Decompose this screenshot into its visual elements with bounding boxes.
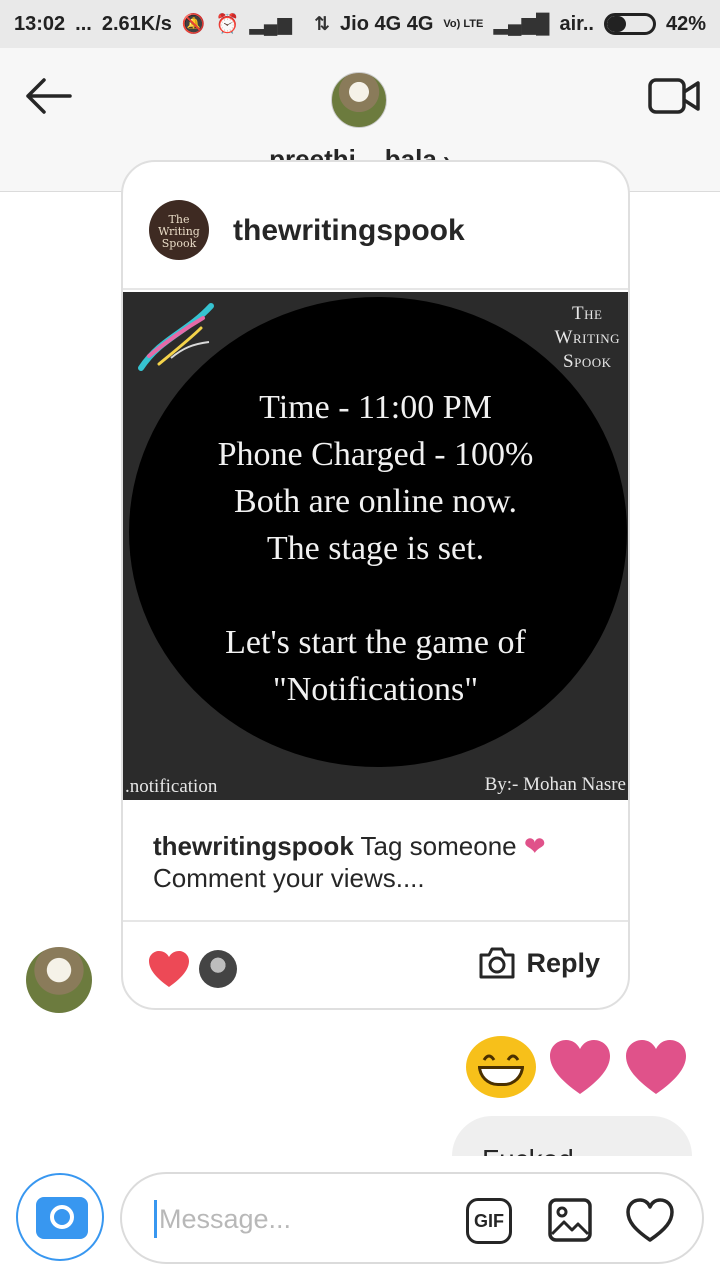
sender-avatar[interactable]: [26, 947, 92, 1013]
dm-thread-screen: 13:02 ... 2.61K/s 🔕 ⏰ ▂▄▆ ⇅ Jio 4G 4G Vo…: [0, 0, 720, 1280]
status-carrier-2: air..: [559, 12, 594, 35]
heart-filled-icon[interactable]: [147, 949, 191, 989]
volte-badge: Vo) LTE: [443, 17, 484, 30]
heart-outline-icon[interactable]: [624, 1196, 676, 1244]
pink-heart-icon: [626, 1040, 686, 1094]
status-speed: 2.61K/s: [101, 12, 172, 35]
battery-fill: [606, 16, 627, 32]
grin-mouth: [478, 1066, 524, 1086]
camera-icon: [36, 1197, 88, 1239]
status-right: ⇅ Jio 4G 4G Vo) LTE ▂▄▆█ air.. 42%: [314, 13, 706, 36]
caption-text: Tag someone: [353, 831, 524, 861]
brand-line: The: [572, 303, 603, 324]
battery-icon: [603, 13, 656, 35]
caption-text-2: Comment your views....: [153, 863, 425, 893]
status-dots: ...: [75, 12, 92, 35]
image-text-line: The stage is set.: [266, 530, 485, 567]
shared-post-body: The Writing Spook thewritingspook The Wr…: [123, 194, 628, 1008]
alarm-icon: ⏰: [215, 14, 240, 35]
recipient-avatar[interactable]: [331, 72, 387, 128]
brand-line: Spook: [563, 351, 612, 372]
reactor-avatar[interactable]: [199, 950, 237, 988]
grinning-face-icon: [466, 1036, 536, 1098]
reply-label: Reply: [526, 947, 600, 978]
emoji-message[interactable]: [466, 1036, 688, 1098]
image-text-line: Both are online now.: [234, 483, 517, 520]
message-input[interactable]: [154, 1200, 414, 1238]
source-account-name[interactable]: thewritingspook: [233, 214, 465, 248]
mute-icon: 🔕: [181, 14, 206, 35]
data-transfer-icon: ⇅: [314, 13, 331, 35]
image-text-line: "Notifications": [272, 671, 479, 708]
grin-eyes: [482, 1054, 520, 1061]
image-text-line: Let's start the game of: [225, 624, 526, 661]
shared-post-header[interactable]: The Writing Spook thewritingspook: [123, 194, 628, 290]
image-footer-left: .notification: [125, 776, 218, 797]
status-bar: 13:02 ... 2.61K/s 🔕 ⏰ ▂▄▆ ⇅ Jio 4G 4G Vo…: [0, 0, 720, 48]
brush-art-icon: [138, 303, 214, 371]
signal-icon: ▂▄▆: [249, 13, 292, 35]
gif-button[interactable]: GIF: [466, 1198, 512, 1244]
shared-post-image[interactable]: The Writing Spook Time - 11:00 PM Phone …: [123, 292, 628, 800]
card-divider: [123, 920, 628, 922]
message-composer: GIF: [120, 1172, 704, 1264]
battery-percent: 42%: [665, 12, 706, 35]
image-text-gap: [123, 572, 628, 619]
post-caption: thewritingspook Tag someone ❤ Comment yo…: [153, 830, 603, 894]
image-text-block: Time - 11:00 PM Phone Charged - 100% Bot…: [123, 384, 628, 713]
camera-lens: [50, 1205, 74, 1229]
camera-icon: [479, 947, 515, 979]
shared-post-card[interactable]: The Writing Spook thewritingspook The Wr…: [121, 160, 630, 1010]
pink-heart-icon: [550, 1040, 610, 1094]
image-text-line: Phone Charged - 100%: [217, 436, 534, 473]
reply-button[interactable]: Reply: [478, 946, 600, 980]
heart-icon: ❤: [523, 831, 546, 861]
status-left: 13:02 ... 2.61K/s 🔕 ⏰ ▂▄▆: [14, 12, 292, 36]
camera-button[interactable]: [16, 1173, 104, 1261]
status-carrier-1: Jio 4G 4G: [340, 12, 434, 35]
arrow-left-icon[interactable]: [20, 72, 76, 120]
source-account-avatar[interactable]: The Writing Spook: [149, 200, 209, 260]
brand-line: Writing: [554, 327, 620, 348]
gallery-icon[interactable]: [546, 1196, 594, 1244]
signal-icon-2: ▂▄▆█: [493, 13, 550, 35]
image-text-line: Time - 11:00 PM: [259, 389, 492, 426]
image-footer-right: By:- Mohan Nasre: [484, 774, 626, 795]
image-brand: The Writing Spook: [555, 302, 620, 374]
caption-username[interactable]: thewritingspook: [153, 831, 354, 861]
video-camera-icon[interactable]: [646, 72, 702, 120]
status-time: 13:02: [14, 12, 66, 35]
